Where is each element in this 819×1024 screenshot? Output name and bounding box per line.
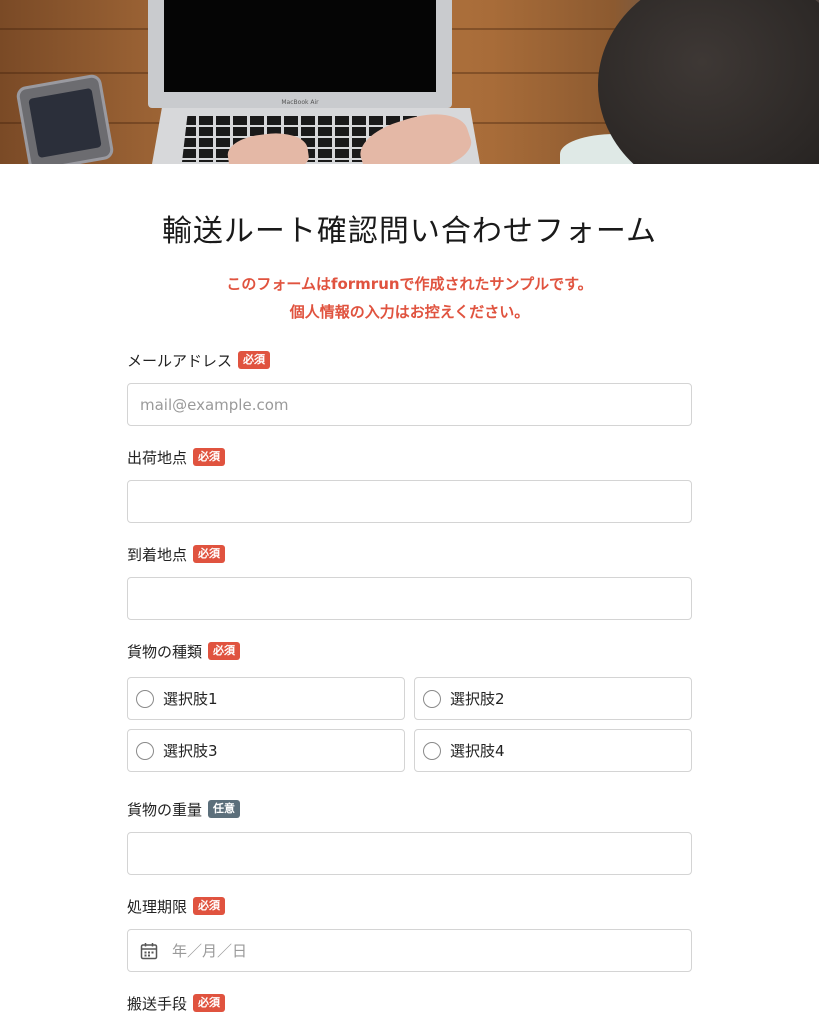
required-badge: 必須 [193, 545, 226, 563]
field-label: 出荷地点 必須 [127, 444, 692, 470]
form-container: 輸送ルート確認問い合わせフォーム このフォームはformrunで作成されたサンプ… [127, 164, 692, 1016]
field-cargo-weight: 貨物の重量 任意 [127, 796, 692, 875]
field-transport-method: 搬送手段 必須 [127, 990, 692, 1016]
field-label: メールアドレス 必須 [127, 347, 692, 373]
field-origin: 出荷地点 必須 [127, 444, 692, 523]
field-label: 貨物の種類 必須 [127, 638, 692, 664]
radio-label: 選択肢2 [450, 690, 505, 708]
email-placeholder: mail@example.com [140, 395, 289, 414]
field-cargo-type: 貨物の種類 必須 選択肢1 選択肢2 選択肢3 選択肢4 [127, 638, 692, 772]
form-notice: このフォームはformrunで作成されたサンプルです。 個人情報の入力はお控えく… [127, 270, 692, 326]
destination-label: 到着地点 [127, 545, 188, 564]
field-label: 処理期限 必須 [127, 893, 692, 919]
form-title: 輸送ルート確認問い合わせフォーム [161, 214, 658, 249]
field-destination: 到着地点 必須 [127, 541, 692, 620]
cargo-weight-input[interactable] [127, 832, 692, 875]
deadline-label: 処理期限 [127, 897, 188, 916]
radio-circle-icon[interactable] [423, 689, 441, 708]
smartphone-illustration [15, 73, 115, 164]
cargo-type-label: 貨物の種類 [127, 642, 203, 661]
field-deadline: 処理期限 必須 年／月／日 [127, 893, 692, 972]
laptop-illustration: MacBook Air [148, 0, 452, 108]
required-badge: 必須 [193, 994, 226, 1012]
hero-image: MacBook Air [0, 0, 819, 164]
field-label: 貨物の重量 任意 [127, 796, 692, 822]
cargo-weight-label: 貨物の重量 [127, 800, 203, 819]
origin-label: 出荷地点 [127, 448, 188, 467]
notice-line-2: 個人情報の入力はお控えください。 [289, 303, 530, 321]
radio-option-3[interactable]: 選択肢3 [127, 729, 405, 772]
email-label: メールアドレス [127, 351, 233, 370]
required-badge: 必須 [208, 642, 241, 660]
radio-circle-icon[interactable] [136, 741, 154, 760]
required-badge: 必須 [193, 897, 226, 915]
required-badge: 必須 [193, 448, 226, 466]
radio-label: 選択肢3 [163, 742, 218, 760]
email-input[interactable]: mail@example.com [127, 383, 692, 426]
origin-input[interactable] [127, 480, 692, 523]
radio-label: 選択肢4 [450, 742, 505, 760]
cargo-type-options: 選択肢1 選択肢2 選択肢3 選択肢4 [127, 677, 692, 772]
field-label: 到着地点 必須 [127, 541, 692, 567]
optional-badge: 任意 [208, 800, 241, 818]
radio-option-1[interactable]: 選択肢1 [127, 677, 405, 720]
field-label: 搬送手段 必須 [127, 990, 692, 1016]
radio-option-2[interactable]: 選択肢2 [414, 677, 692, 720]
radio-circle-icon[interactable] [423, 741, 441, 760]
required-badge: 必須 [238, 351, 271, 369]
radio-label: 選択肢1 [163, 690, 218, 708]
destination-input[interactable] [127, 577, 692, 620]
radio-circle-icon[interactable] [136, 689, 154, 708]
calendar-icon [140, 942, 158, 959]
deadline-placeholder: 年／月／日 [172, 942, 248, 960]
notice-line-1: このフォームはformrunで作成されたサンプルです。 [226, 275, 593, 293]
transport-method-label: 搬送手段 [127, 994, 188, 1013]
field-email: メールアドレス 必須 mail@example.com [127, 347, 692, 426]
person-illustration [598, 0, 819, 164]
deadline-date-input[interactable]: 年／月／日 [127, 929, 692, 972]
radio-option-4[interactable]: 選択肢4 [414, 729, 692, 772]
laptop-brand: MacBook Air [281, 99, 319, 106]
